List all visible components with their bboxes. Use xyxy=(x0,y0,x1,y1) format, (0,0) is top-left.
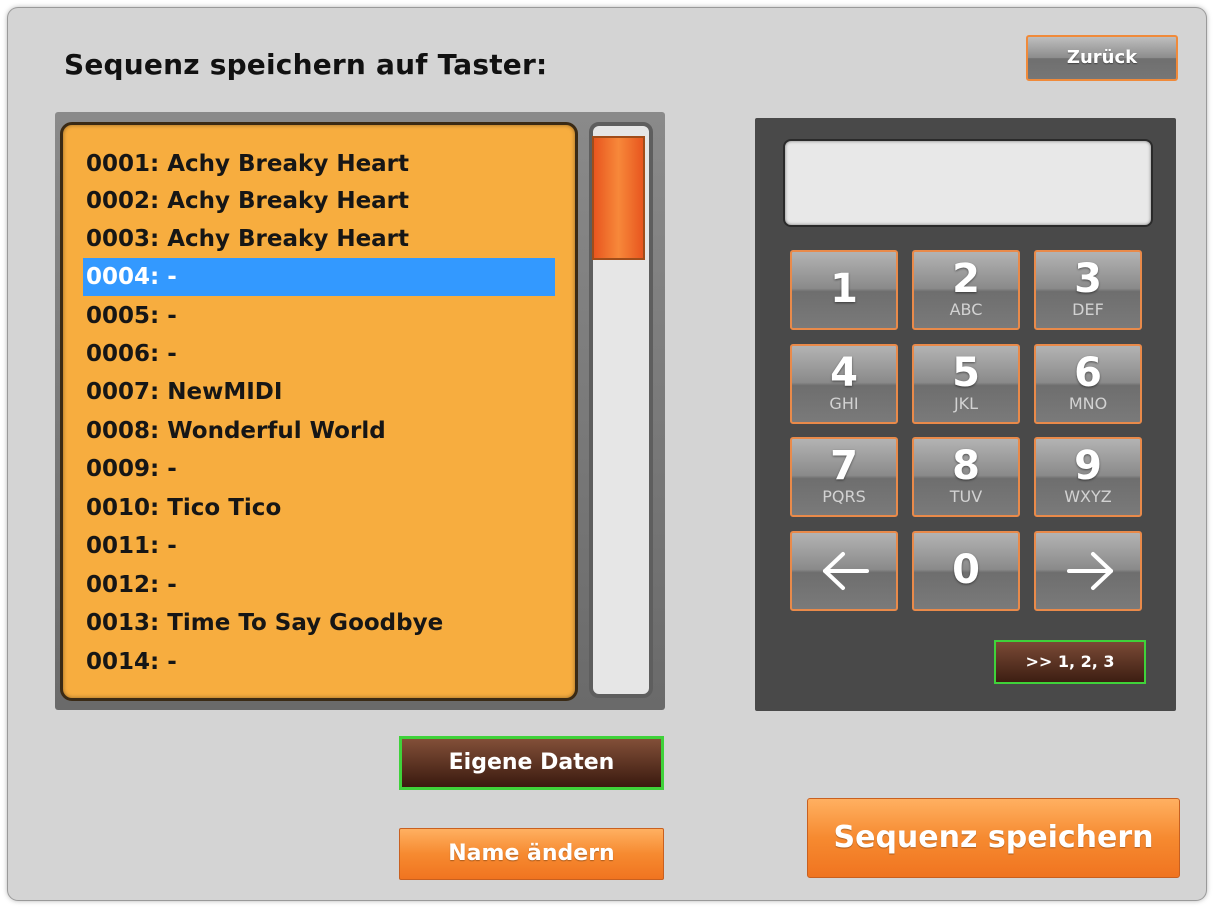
sequence-list[interactable]: 0001: Achy Breaky Heart 0002: Achy Break… xyxy=(60,122,578,701)
key-0-label: 0 xyxy=(952,547,980,593)
key-8-letters: TUV xyxy=(949,487,983,506)
key-6[interactable]: 6 MNO xyxy=(1034,344,1142,424)
key-4[interactable]: 4 GHI xyxy=(790,344,898,424)
list-item[interactable]: 0001: Achy Breaky Heart xyxy=(83,145,555,183)
key-9-letters: WXYZ xyxy=(1064,487,1112,506)
arrow-right-icon xyxy=(1067,552,1113,590)
rename-button[interactable]: Name ändern xyxy=(399,828,664,880)
own-data-button[interactable]: Eigene Daten xyxy=(399,736,664,790)
key-3-label: 3 xyxy=(1074,256,1102,302)
save-sequence-button[interactable]: Sequenz speichern xyxy=(807,798,1180,878)
key-7-label: 7 xyxy=(830,443,858,489)
cursor-right-button[interactable] xyxy=(1034,531,1142,611)
key-6-letters: MNO xyxy=(1068,394,1108,413)
list-item[interactable]: 0005: - xyxy=(83,297,555,335)
key-6-label: 6 xyxy=(1074,350,1102,396)
arrow-left-icon xyxy=(823,552,869,590)
key-2-label: 2 xyxy=(952,256,980,302)
key-3-letters: DEF xyxy=(1072,300,1104,319)
key-1[interactable]: 1 xyxy=(790,250,898,330)
key-8-label: 8 xyxy=(952,443,980,489)
list-item[interactable]: 0011: - xyxy=(83,527,555,565)
list-item[interactable]: 0010: Tico Tico xyxy=(83,489,555,527)
list-item[interactable]: 0009: - xyxy=(83,450,555,488)
key-9[interactable]: 9 WXYZ xyxy=(1034,437,1142,517)
key-9-label: 9 xyxy=(1074,443,1102,489)
key-5-label: 5 xyxy=(952,350,980,396)
list-item-selected[interactable]: 0004: - xyxy=(83,258,555,296)
list-item[interactable]: 0008: Wonderful World xyxy=(83,412,555,450)
scrollbar-thumb[interactable] xyxy=(592,136,645,260)
key-5[interactable]: 5 JKL xyxy=(912,344,1020,424)
key-4-letters: GHI xyxy=(829,394,859,413)
back-button[interactable]: Zurück xyxy=(1026,35,1178,81)
list-item[interactable]: 0002: Achy Breaky Heart xyxy=(83,182,555,220)
list-item[interactable]: 0014: - xyxy=(83,643,555,681)
key-7-letters: PQRS xyxy=(822,487,866,506)
list-item[interactable]: 0013: Time To Say Goodbye xyxy=(83,604,555,642)
cursor-left-button[interactable] xyxy=(790,531,898,611)
key-8[interactable]: 8 TUV xyxy=(912,437,1020,517)
key-0[interactable]: 0 xyxy=(912,531,1020,611)
key-5-letters: JKL xyxy=(953,394,979,413)
list-item[interactable]: 0007: NewMIDI xyxy=(83,373,555,411)
key-2-letters: ABC xyxy=(949,300,983,319)
list-item[interactable]: 0006: - xyxy=(83,335,555,373)
input-mode-button[interactable]: >> 1, 2, 3 xyxy=(994,640,1146,684)
key-4-label: 4 xyxy=(830,350,858,396)
key-3[interactable]: 3 DEF xyxy=(1034,250,1142,330)
list-item[interactable]: 0003: Achy Breaky Heart xyxy=(83,220,555,258)
key-1-label: 1 xyxy=(830,266,858,312)
key-7[interactable]: 7 PQRS xyxy=(790,437,898,517)
key-2[interactable]: 2 ABC xyxy=(912,250,1020,330)
list-item[interactable]: 0012: - xyxy=(83,566,555,604)
page-title: Sequenz speichern auf Taster: xyxy=(64,48,548,81)
number-display xyxy=(783,139,1153,227)
